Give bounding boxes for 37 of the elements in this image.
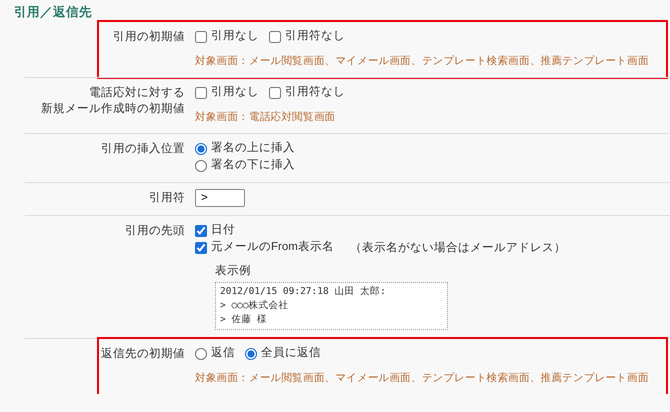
quote-mark-field[interactable]: >	[195, 189, 245, 207]
section-title: 引用／返信先	[14, 4, 93, 21]
option-label[interactable]: 全員に返信	[261, 345, 321, 362]
checkbox[interactable]	[269, 30, 281, 42]
option-label[interactable]: 引用なし	[211, 28, 259, 45]
target-screens-note: 対象画面：メール閲覧画面、マイメール画面、テンプレート検索画面、推薦テンプレート画面	[195, 54, 650, 69]
option-label[interactable]: 引用符なし	[285, 84, 345, 101]
option-label[interactable]: 引用符なし	[285, 28, 345, 45]
setting-label: 引用の先頭	[125, 224, 185, 239]
option-label[interactable]: 署名の下に挿入	[211, 157, 295, 174]
preview-line: 2012/01/15 09:27:18 山田 太郎:	[220, 285, 387, 299]
option-label[interactable]: 返信	[211, 345, 235, 362]
checkbox[interactable]	[195, 30, 207, 42]
checkbox[interactable]	[195, 224, 207, 236]
setting-label: 新規メール作成時の初期値	[41, 101, 185, 117]
setting-label: 引用の初期値	[113, 29, 185, 45]
preview-title: 表示例	[215, 264, 252, 279]
option-label[interactable]: 日付	[211, 222, 235, 239]
target-screens-note: 対象画面：メール閲覧画面、マイメール画面、テンプレート検索画面、推薦テンプレート画面	[195, 371, 650, 386]
option-label[interactable]: 元メールのFrom表示名	[211, 239, 334, 256]
checkbox[interactable]	[195, 86, 207, 98]
checkbox[interactable]	[195, 242, 207, 254]
option-hint: （表示名がない場合はメールアドレス）	[350, 240, 566, 255]
preview-line: > 佐藤 様	[220, 313, 268, 327]
option-label[interactable]: 署名の上に挿入	[211, 140, 295, 157]
checkbox[interactable]	[269, 86, 281, 98]
setting-label: 引用の挿入位置	[101, 142, 185, 157]
preview-line: > ○○○株式会社	[220, 299, 290, 313]
setting-label: 電話応対に対する	[89, 85, 185, 101]
radio-button[interactable]	[195, 348, 207, 360]
radio-button[interactable]	[245, 348, 257, 360]
radio-button[interactable]	[195, 160, 207, 172]
setting-label: 返信先の初期値	[101, 346, 185, 362]
radio-button[interactable]	[195, 142, 207, 154]
target-screens-note: 対象画面：電話応対閲覧画面	[195, 110, 336, 125]
option-label[interactable]: 引用なし	[211, 84, 259, 101]
setting-label: 引用符	[149, 190, 185, 206]
